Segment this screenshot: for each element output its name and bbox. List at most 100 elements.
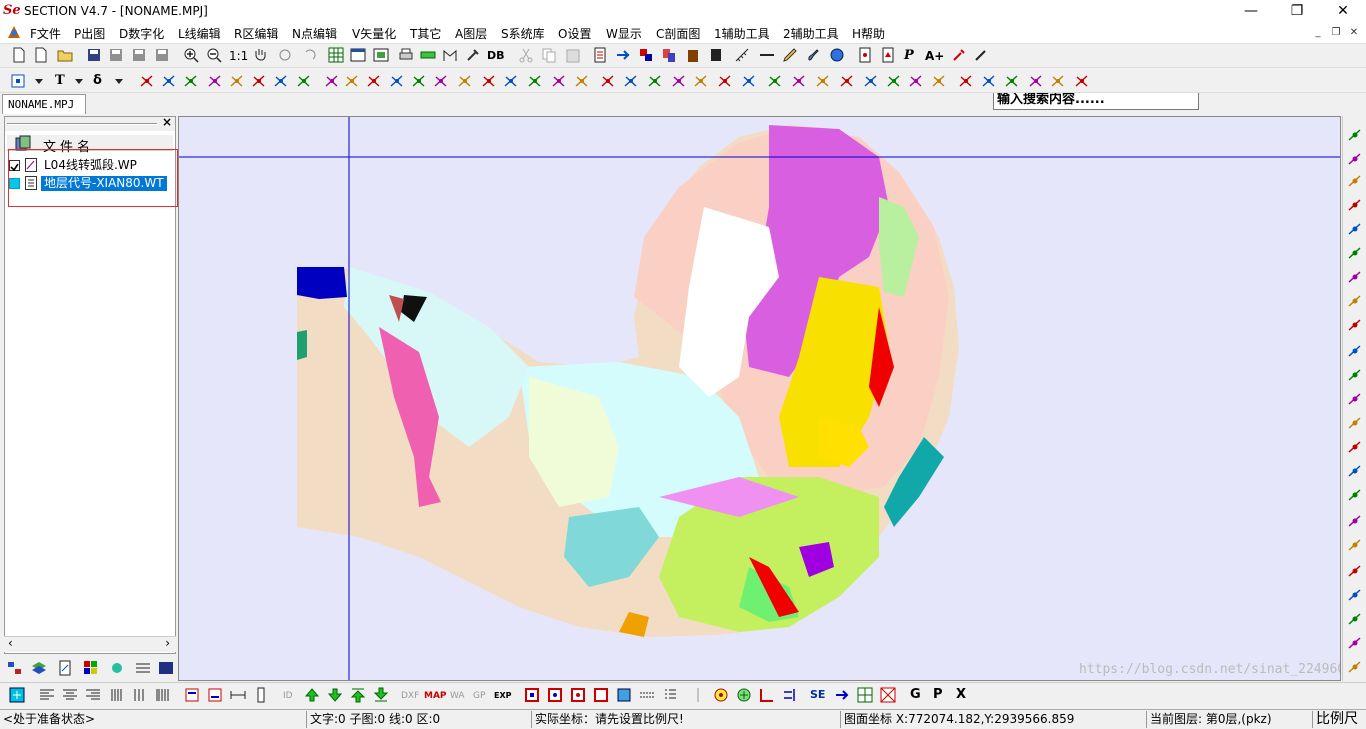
right-tool-icon[interactable]	[1346, 486, 1364, 504]
merge-icon[interactable]	[637, 46, 655, 64]
edit-tool-icon[interactable]	[502, 72, 520, 90]
edit-tool-icon[interactable]	[410, 72, 428, 90]
right-tool-icon[interactable]	[1346, 342, 1364, 360]
zoom-1to1-button[interactable]: 1:1	[229, 47, 248, 65]
exp-button[interactable]: EXP	[494, 687, 512, 705]
tab-document[interactable]: NONAME.MPJ	[2, 94, 86, 114]
mdi-close-button[interactable]: ✕	[1346, 25, 1362, 41]
menu-layer[interactable]: A图层	[455, 25, 487, 42]
dots-row-icon[interactable]	[638, 686, 656, 704]
save-icon[interactable]	[85, 46, 103, 64]
eyedropper-icon[interactable]	[950, 46, 968, 64]
mesh-icon[interactable]	[879, 686, 897, 704]
layer-tree-icon[interactable]	[6, 659, 24, 677]
arrow-top-icon[interactable]	[349, 686, 367, 704]
right-tool-icon[interactable]	[1346, 658, 1364, 676]
edit-tool-icon[interactable]	[323, 72, 341, 90]
db-button[interactable]: DB	[487, 47, 505, 65]
right-tool-icon[interactable]	[1346, 244, 1364, 262]
print-icon[interactable]	[397, 46, 415, 64]
node-circle-icon[interactable]	[735, 686, 753, 704]
undo-icon[interactable]	[300, 46, 318, 64]
brush-icon[interactable]	[805, 46, 823, 64]
frame-icon[interactable]	[523, 686, 541, 704]
edit-tool-icon[interactable]	[272, 72, 290, 90]
arrow-down-icon[interactable]	[326, 686, 344, 704]
edit-tool-icon[interactable]	[388, 72, 406, 90]
menu-line-edit[interactable]: L线编辑	[178, 25, 221, 42]
menu-digitize[interactable]: D数字化	[119, 25, 164, 42]
arrow-bottom-icon[interactable]	[372, 686, 390, 704]
delta-dropdown-icon[interactable]	[110, 72, 128, 90]
edit-tool-icon[interactable]	[930, 72, 948, 90]
bookmark-icon[interactable]	[707, 46, 725, 64]
palette-icon[interactable]	[82, 659, 100, 677]
right-tool-icon[interactable]	[1346, 610, 1364, 628]
g-button[interactable]: G	[910, 686, 921, 704]
frame-3-icon[interactable]	[569, 686, 587, 704]
menu-region-edit[interactable]: R区编辑	[234, 25, 278, 42]
edit-tool-icon[interactable]	[343, 72, 361, 90]
edit-tool-icon[interactable]	[228, 72, 246, 90]
right-tool-icon[interactable]	[1346, 390, 1364, 408]
edit-tool-icon[interactable]	[432, 72, 450, 90]
grid-icon[interactable]	[327, 46, 345, 64]
lines-icon[interactable]	[134, 659, 152, 677]
edit-tool-icon[interactable]	[740, 72, 758, 90]
menu-settings[interactable]: O设置	[558, 25, 591, 42]
menu-aux2[interactable]: 2辅助工具	[783, 25, 839, 42]
scroll-right-icon[interactable]: ›	[165, 636, 170, 650]
edit-tool-icon[interactable]	[182, 72, 200, 90]
delta-tool-button[interactable]: δ	[93, 72, 102, 90]
edit-tool-icon[interactable]	[138, 72, 156, 90]
panel-close-button[interactable]: ×	[162, 115, 172, 129]
select-all-icon[interactable]	[8, 686, 26, 704]
window-icon[interactable]	[349, 46, 367, 64]
menu-aux1[interactable]: 1辅助工具	[714, 25, 770, 42]
right-tool-icon[interactable]	[1346, 150, 1364, 168]
pan-hand-icon[interactable]	[251, 46, 269, 64]
height-icon[interactable]	[252, 686, 270, 704]
menu-vectorize[interactable]: V矢量化	[352, 25, 396, 42]
align-bottom-icon[interactable]	[206, 686, 224, 704]
right-tool-icon[interactable]	[1346, 316, 1364, 334]
right-tool-icon[interactable]	[1346, 438, 1364, 456]
right-tool-icon[interactable]	[1346, 414, 1364, 432]
right-tool-icon[interactable]	[1346, 462, 1364, 480]
menu-other[interactable]: T其它	[410, 25, 441, 42]
plr-icon[interactable]	[614, 46, 632, 64]
id-button[interactable]: ID	[283, 687, 293, 705]
restore-button[interactable]: ❐	[1274, 0, 1320, 22]
right-tool-icon[interactable]	[1346, 536, 1364, 554]
menu-system-lib[interactable]: S系统库	[501, 25, 545, 42]
right-tool-icon[interactable]	[1346, 292, 1364, 310]
menu-section[interactable]: C剖面图	[656, 25, 700, 42]
point-param-icon[interactable]	[856, 46, 874, 64]
layers-stack-icon[interactable]	[30, 659, 48, 677]
edit-tool-icon[interactable]	[980, 72, 998, 90]
dxf-button[interactable]: DXF	[401, 687, 419, 705]
save-region-icon[interactable]	[153, 46, 171, 64]
text-dropdown-icon[interactable]	[70, 72, 88, 90]
save-point-icon[interactable]	[130, 46, 148, 64]
dropdown-arrow-icon[interactable]	[30, 72, 48, 90]
fullview-icon[interactable]	[372, 46, 390, 64]
menu-file[interactable]: F文件	[30, 25, 61, 42]
edit-tool-icon[interactable]	[573, 72, 591, 90]
wa-button[interactable]: WA	[450, 687, 465, 705]
vertical-bars-icon[interactable]	[108, 686, 126, 704]
edit-tool-icon[interactable]	[716, 72, 734, 90]
edit-tool-icon[interactable]	[907, 72, 925, 90]
p-button[interactable]: P	[904, 47, 914, 65]
arrow-up-icon[interactable]	[303, 686, 321, 704]
edit-tool-icon[interactable]	[1073, 72, 1091, 90]
edit-tool-icon[interactable]	[526, 72, 544, 90]
edit-tool-icon[interactable]	[160, 72, 178, 90]
globe-icon[interactable]	[828, 46, 846, 64]
minimize-button[interactable]: —	[1228, 0, 1274, 22]
align-right-icon[interactable]	[84, 686, 102, 704]
menu-point-edit[interactable]: N点编辑	[292, 25, 337, 42]
menu-display[interactable]: W显示	[606, 25, 642, 42]
list-icon[interactable]	[661, 686, 679, 704]
map-canvas[interactable]: https://blog.csdn.net/sinat_22496067	[178, 116, 1341, 681]
